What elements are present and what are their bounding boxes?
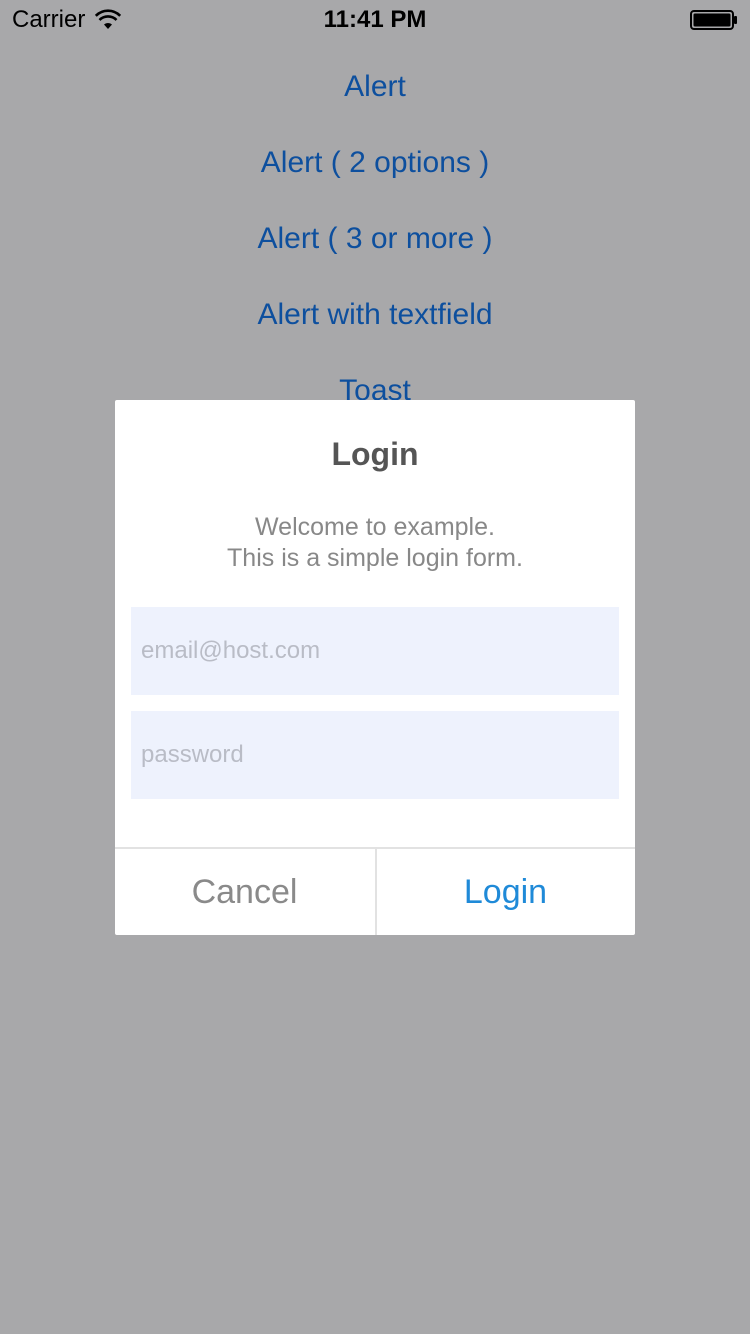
login-dialog: Login Welcome to example. This is a simp… [115,400,635,935]
dialog-message: Welcome to example. This is a simple log… [115,512,635,574]
dialog-message-line-2: This is a simple login form. [227,544,523,572]
menu-item-alert-3-or-more[interactable]: Alert ( 3 or more ) [0,219,750,259]
password-field[interactable] [131,711,619,799]
email-field[interactable] [131,607,619,695]
dialog-message-line-1: Welcome to example. [255,513,495,541]
status-time: 11:41 PM [323,6,427,33]
status-bar: Carrier 11:41 PM [0,0,750,40]
menu-item-alert-with-textfield[interactable]: Alert with textfield [0,295,750,335]
menu-item-alert-2-options[interactable]: Alert ( 2 options ) [0,143,750,183]
screen: Carrier 11:41 PM Alert Alert ( 2 options… [0,0,750,1334]
cancel-button[interactable]: Cancel [115,849,374,935]
dialog-title: Login [331,436,419,472]
login-button[interactable]: Login [376,849,635,935]
menu-item-alert[interactable]: Alert [0,67,750,107]
battery-icon [690,10,737,30]
